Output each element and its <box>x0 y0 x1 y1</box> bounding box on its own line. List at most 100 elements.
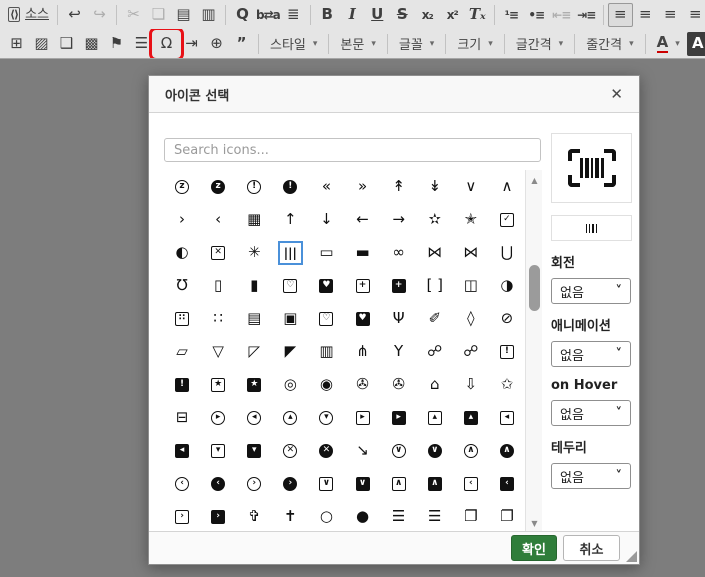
icon-brain[interactable]: ◫ <box>453 269 489 302</box>
gallery-button[interactable]: ❑ <box>54 32 79 56</box>
icon-book-medical[interactable]: + <box>344 269 380 302</box>
icon-book-blank-solid[interactable]: ▮ <box>236 269 272 302</box>
icon-martini-glass[interactable]: ▽ <box>200 335 236 368</box>
field-select[interactable]: 없음 ˅ <box>551 341 631 367</box>
line-spacing-dropdown[interactable]: 줄간격 ▾ <box>579 32 640 56</box>
copy-button[interactable]: ❏ <box>146 3 171 27</box>
format-dropdown[interactable]: 본문 ▾ <box>333 32 382 56</box>
icon-backpack[interactable]: ⌂ <box>417 368 453 401</box>
icon-chart-network-alt[interactable]: Y <box>381 335 417 368</box>
strikethrough-button[interactable]: S <box>390 3 415 27</box>
icon-braille-dots[interactable]: ∷ <box>200 302 236 335</box>
icon-angle-up[interactable]: ∧ <box>489 170 525 203</box>
icon-angles-up[interactable]: ↟ <box>381 170 417 203</box>
page-break-button[interactable]: ⇥ <box>179 32 204 56</box>
scroll-up-icon[interactable]: ▲ <box>526 172 543 188</box>
icon-chevron-circle-left[interactable]: ‹ <box>164 467 200 500</box>
icon-arrow-left[interactable]: ← <box>344 203 380 236</box>
icon-bag-check[interactable]: ✓ <box>489 203 525 236</box>
icon-chevron-circle-up[interactable]: ∧ <box>453 434 489 467</box>
icon-award[interactable]: ✫ <box>417 203 453 236</box>
align-center-button[interactable]: ≡ <box>633 3 658 27</box>
icon-caret-square-left-solid[interactable]: ◂ <box>164 434 200 467</box>
field-select[interactable]: 없음 ˅ <box>551 278 631 304</box>
align-left-button[interactable]: ≡ <box>607 2 633 27</box>
icon-book-heart-solid[interactable]: ♥ <box>308 269 344 302</box>
font-dropdown[interactable]: 글꼴 ▾ <box>392 32 441 56</box>
icon-eraser[interactable]: ▱ <box>164 335 200 368</box>
icon-caret-square-up[interactable]: ▴ <box>417 401 453 434</box>
quote-button[interactable]: ” <box>229 32 254 56</box>
icon-blanket[interactable]: ▭ <box>308 236 344 269</box>
justify-button[interactable]: ≡ <box>683 3 705 27</box>
icon-caret-circle-right[interactable]: ▸ <box>200 401 236 434</box>
icon-angles-left[interactable]: « <box>308 170 344 203</box>
icon-caret-square-up-solid[interactable]: ▴ <box>453 401 489 434</box>
icon-sitemap[interactable]: ☍ <box>417 335 453 368</box>
icon-book-blank[interactable]: ▯ <box>200 269 236 302</box>
icon-chevron-square-up[interactable]: ∧ <box>381 467 417 500</box>
icon-chevron-circle-left-solid[interactable]: ‹ <box>200 467 236 500</box>
icon-bone-solid[interactable]: ⋈ <box>453 236 489 269</box>
icon-box-x[interactable]: ✕ <box>200 236 236 269</box>
find-button[interactable]: Q <box>230 3 255 27</box>
icon-chevron-circle-right-solid[interactable]: › <box>272 467 308 500</box>
style-dropdown[interactable]: 스타일 ▾ <box>263 32 324 56</box>
special-char-button[interactable]: Ω <box>149 29 184 58</box>
indent-button[interactable]: ⇥≡ <box>574 3 599 27</box>
icon-car-battery[interactable]: ⊟ <box>164 401 200 434</box>
icon-alarm-exclamation-solid[interactable]: ! <box>272 170 308 203</box>
icon-caret-square-left[interactable]: ◂ <box>489 401 525 434</box>
icon-browser-solid[interactable]: ▣ <box>272 302 308 335</box>
icon-chevron-circle-down-solid[interactable]: ∨ <box>417 434 453 467</box>
icon-database-solid[interactable]: ☰ <box>417 500 453 533</box>
icon-caret-square-down-solid[interactable]: ▾ <box>236 434 272 467</box>
icon-cash-register[interactable]: ▦ <box>236 203 272 236</box>
search-input[interactable] <box>164 138 541 162</box>
icon-alarm-exclamation[interactable]: ! <box>236 170 272 203</box>
icon-webcam[interactable]: ◎ <box>272 368 308 401</box>
icon-alarm-snooze[interactable]: z <box>164 170 200 203</box>
icon-angles-right[interactable]: » <box>344 170 380 203</box>
icon-droplet[interactable]: ◊ <box>453 302 489 335</box>
icon-arrow-right[interactable]: → <box>381 203 417 236</box>
icon-database[interactable]: ☰ <box>381 500 417 533</box>
icon-calendar-star[interactable]: ★ <box>200 368 236 401</box>
grid-scrollbar[interactable]: ▲ ▼ <box>525 170 542 533</box>
icon-book-medical-solid[interactable]: + <box>381 269 417 302</box>
icon-calendar-heart[interactable]: ♡ <box>308 302 344 335</box>
icon-calendar-star-solid[interactable]: ★ <box>236 368 272 401</box>
icon-capsules[interactable]: ⊘ <box>489 302 525 335</box>
icon-chevron-square-left[interactable]: ‹ <box>453 467 489 500</box>
close-icon[interactable]: ✕ <box>610 85 623 103</box>
icon-shield-x-solid[interactable]: ✕ <box>308 434 344 467</box>
cut-button[interactable]: ✂ <box>121 3 146 27</box>
source-button[interactable]: ⟨⟩ 소스 <box>4 3 53 27</box>
bullet-list-button[interactable]: •≡ <box>524 3 549 27</box>
icon-cctv[interactable]: ◸ <box>236 335 272 368</box>
remove-format-button[interactable]: Tₓ <box>465 3 490 27</box>
icon-chevron-circle-down[interactable]: ∨ <box>381 434 417 467</box>
align-right-button[interactable]: ≡ <box>658 3 683 27</box>
icon-chevron-square-up-solid[interactable]: ∧ <box>417 467 453 500</box>
icon-sitemap-solid[interactable]: ☍ <box>453 335 489 368</box>
scroll-down-icon[interactable]: ▼ <box>526 515 543 531</box>
cancel-button[interactable]: 취소 <box>563 535 620 561</box>
icon-chevron-square-right[interactable]: › <box>164 500 200 533</box>
icon-church[interactable]: ✞ <box>236 500 272 533</box>
icon-chevron-circle-right[interactable]: › <box>236 467 272 500</box>
icon-barcode-read[interactable]: ||| <box>272 236 308 269</box>
icon-chevron-square-left-solid[interactable]: ‹ <box>489 467 525 500</box>
icon-wine-glass[interactable]: Ψ <box>381 302 417 335</box>
scrollbar-thumb[interactable] <box>529 265 540 311</box>
icon-award-solid[interactable]: ✭ <box>453 203 489 236</box>
field-select[interactable]: 없음 ˅ <box>551 400 631 426</box>
media-button[interactable]: ▩ <box>79 32 104 56</box>
icon-chart-network[interactable]: ⋔ <box>344 335 380 368</box>
icon-cctv-solid[interactable]: ◤ <box>272 335 308 368</box>
icon-browser[interactable]: ▤ <box>236 302 272 335</box>
icon-calendar-exclamation[interactable]: ! <box>489 335 525 368</box>
image-button[interactable]: ▨ <box>29 32 54 56</box>
icon-cart-arrow-down[interactable]: ⇩ <box>453 368 489 401</box>
icon-brain-half[interactable]: ◑ <box>489 269 525 302</box>
